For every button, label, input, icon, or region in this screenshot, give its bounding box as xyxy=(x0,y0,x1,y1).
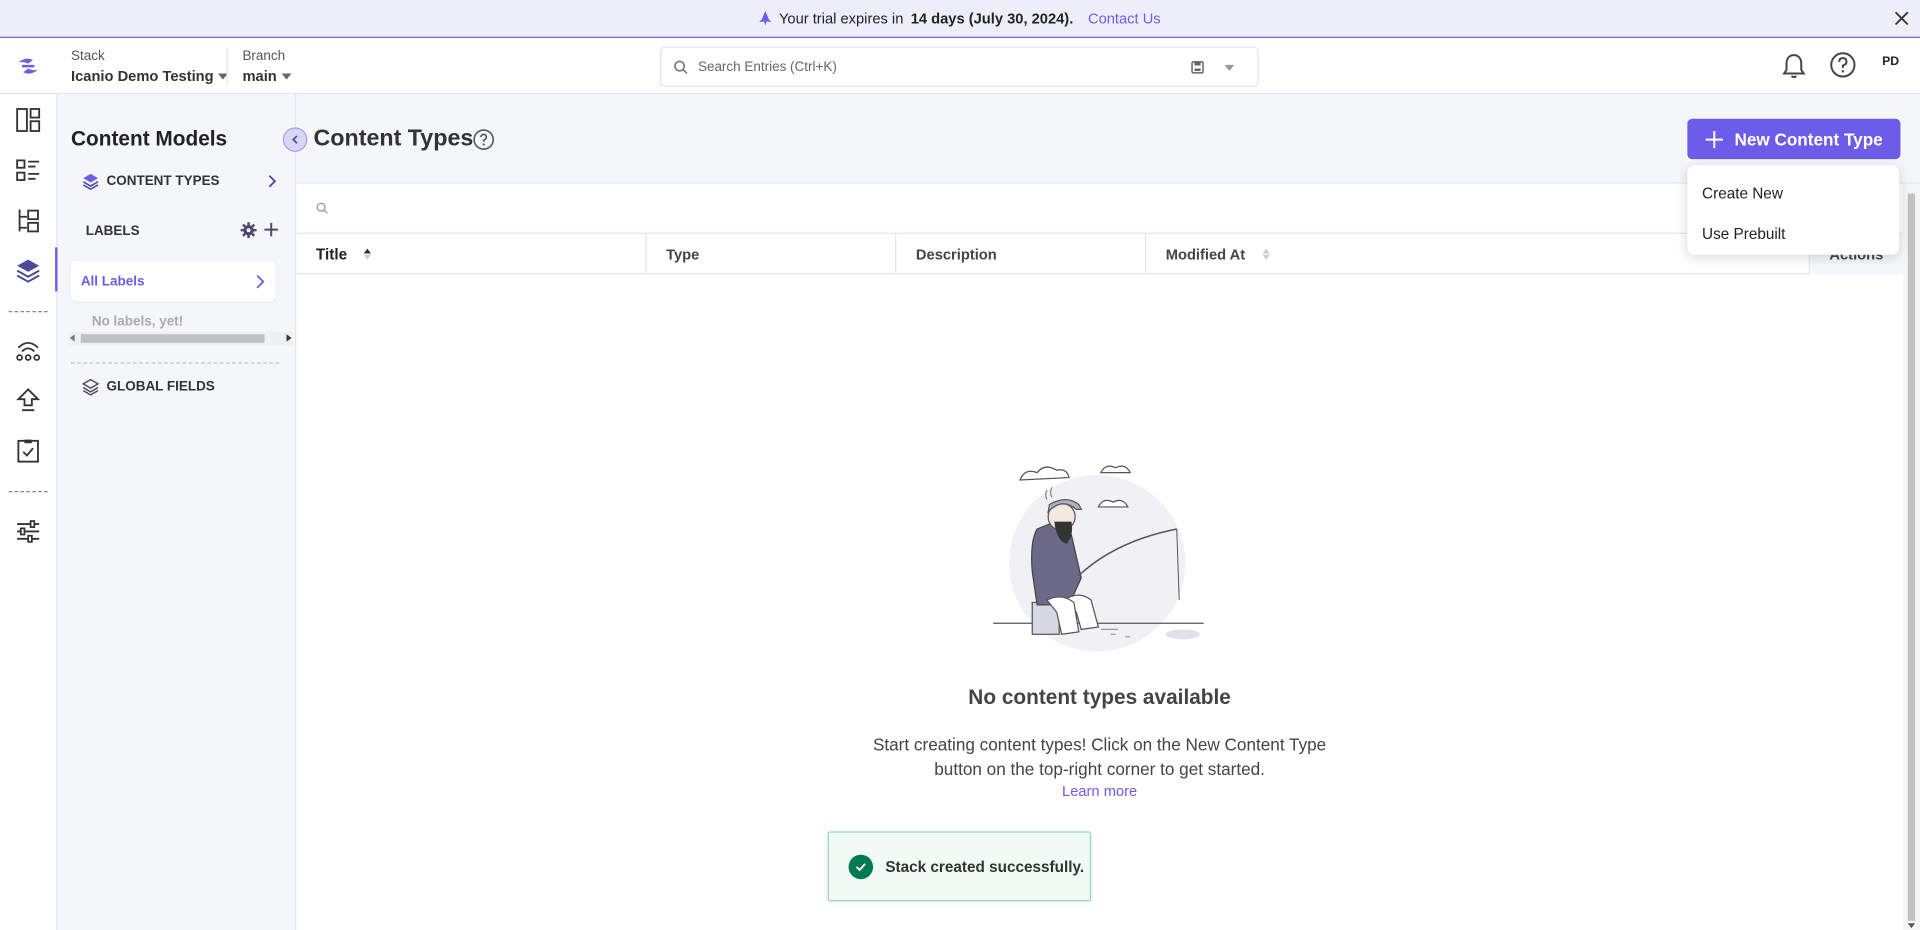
scrollbar-thumb[interactable] xyxy=(80,334,265,343)
scroll-left-arrow-icon[interactable] xyxy=(69,334,75,342)
column-type-label: Type xyxy=(666,245,700,263)
labels-heading: LABELS xyxy=(85,224,140,239)
search-input[interactable] xyxy=(697,56,1164,79)
trial-text: Your trial expires in xyxy=(778,9,904,27)
collapse-panel-button[interactable] xyxy=(282,127,308,152)
main-header: Content Types New Content Type xyxy=(296,94,1920,184)
empty-state-description: Start creating content types! Click on t… xyxy=(798,732,1400,781)
help-circle-icon[interactable] xyxy=(473,129,495,151)
branch-value[interactable]: main xyxy=(242,67,276,84)
rocket-icon xyxy=(759,11,772,26)
app-root: Your trial expires in 14 days (July 30, … xyxy=(0,0,1920,930)
no-labels-text: No labels, yet! xyxy=(91,314,184,330)
branch-selector[interactable]: Branch main xyxy=(242,48,292,84)
contentstack-logo-icon[interactable] xyxy=(15,53,42,80)
success-toast: Stack created successfully. xyxy=(827,831,1092,902)
labels-horizontal-scrollbar[interactable] xyxy=(68,331,293,346)
rail-divider xyxy=(8,311,48,313)
settings-icon[interactable] xyxy=(15,518,42,545)
main-content: Content Types New Content Type Title Typ… xyxy=(296,94,1920,930)
vertical-scrollbar[interactable] xyxy=(1902,183,1920,930)
releases-icon[interactable] xyxy=(15,337,42,364)
content-types-icon xyxy=(82,173,99,190)
notification-bell-icon[interactable] xyxy=(1779,51,1808,80)
sort-ascending-icon[interactable] xyxy=(364,248,372,260)
scrollbar-thumb[interactable] xyxy=(1907,193,1916,921)
contact-us-link[interactable]: Contact Us xyxy=(1088,10,1161,27)
search-bar[interactable] xyxy=(660,46,1259,87)
column-modified-label: Modified At xyxy=(1165,245,1246,263)
left-nav-rail xyxy=(0,94,58,930)
scroll-right-arrow-icon[interactable] xyxy=(286,334,292,342)
column-description: Description xyxy=(896,233,1147,275)
branch-label: Branch xyxy=(242,48,286,64)
global-fields-label: GLOBAL FIELDS xyxy=(106,379,215,395)
search-icon xyxy=(316,202,328,214)
chevron-left-icon xyxy=(292,135,298,144)
search-icon xyxy=(674,60,688,75)
add-label-icon[interactable] xyxy=(263,222,279,238)
saved-search-icon[interactable] xyxy=(1190,60,1205,75)
column-title[interactable]: Title xyxy=(296,233,647,275)
chevron-down-icon[interactable] xyxy=(281,72,292,79)
search-options-chevron-icon[interactable] xyxy=(1224,64,1235,72)
plus-icon xyxy=(1706,130,1724,148)
chevron-right-icon xyxy=(256,274,265,289)
table-header: Title Type Description Modified At Actio… xyxy=(296,233,1903,275)
column-type: Type xyxy=(647,233,897,275)
learn-more-link[interactable]: Learn more xyxy=(798,782,1400,799)
stack-value[interactable]: Icanio Demo Testing xyxy=(71,67,214,84)
new-content-type-label: New Content Type xyxy=(1734,129,1883,149)
user-avatar[interactable]: PD xyxy=(1875,55,1907,68)
all-labels-item[interactable]: All Labels xyxy=(71,260,276,302)
entries-icon[interactable] xyxy=(15,157,42,184)
content-models-panel: Content Models CONTENT TYPES LABELS All … xyxy=(57,94,308,930)
toast-message: Stack created successfully. xyxy=(885,857,1085,875)
panel-divider xyxy=(71,362,280,364)
tasks-icon[interactable] xyxy=(15,437,42,464)
trial-days: 14 days (July 30, 2024). xyxy=(910,9,1074,27)
assets-icon[interactable] xyxy=(15,207,42,234)
top-header: Stack Icanio Demo Testing Branch main PD xyxy=(0,37,1920,95)
menu-item-create-new[interactable]: Create New xyxy=(1687,173,1899,213)
trial-banner: Your trial expires in 14 days (July 30, … xyxy=(0,0,1920,38)
dashboard-icon[interactable] xyxy=(15,107,42,134)
scroll-down-arrow-icon[interactable] xyxy=(1907,923,1916,929)
empty-state-title: No content types available xyxy=(968,685,1231,709)
help-icon[interactable] xyxy=(1829,51,1856,78)
global-fields-nav[interactable]: GLOBAL FIELDS xyxy=(82,378,215,396)
content-models-icon[interactable] xyxy=(15,257,42,284)
chevron-right-icon xyxy=(268,175,277,188)
close-icon[interactable] xyxy=(1893,10,1910,27)
global-fields-icon xyxy=(82,378,100,396)
new-content-type-button[interactable]: New Content Type xyxy=(1687,118,1901,160)
stack-label: Stack xyxy=(71,48,105,64)
column-title-label: Title xyxy=(315,245,348,263)
menu-item-use-prebuilt[interactable]: Use Prebuilt xyxy=(1687,213,1899,253)
gear-icon[interactable] xyxy=(240,222,257,239)
stack-selector[interactable]: Stack Icanio Demo Testing xyxy=(71,48,229,84)
column-description-label: Description xyxy=(915,245,997,263)
panel-title: Content Models xyxy=(71,127,228,151)
empty-desc-line-1: Start creating content types! Click on t… xyxy=(872,734,1327,755)
empty-desc-line-2: button on the top-right corner to get st… xyxy=(934,759,1265,779)
content-types-nav[interactable]: CONTENT TYPES xyxy=(82,170,278,192)
new-content-type-menu: Create New Use Prebuilt xyxy=(1687,165,1900,255)
deploy-icon[interactable] xyxy=(15,387,42,414)
rail-divider xyxy=(8,491,48,493)
header-divider xyxy=(226,47,228,85)
sort-icon[interactable] xyxy=(1262,248,1270,260)
all-labels-label: All Labels xyxy=(80,273,145,289)
check-circle-icon xyxy=(848,854,874,879)
content-types-label: CONTENT TYPES xyxy=(106,173,220,189)
page-title: Content Types xyxy=(313,126,474,152)
table-search-row[interactable] xyxy=(296,183,1903,234)
empty-state-fisherman-illustration xyxy=(993,465,1204,652)
